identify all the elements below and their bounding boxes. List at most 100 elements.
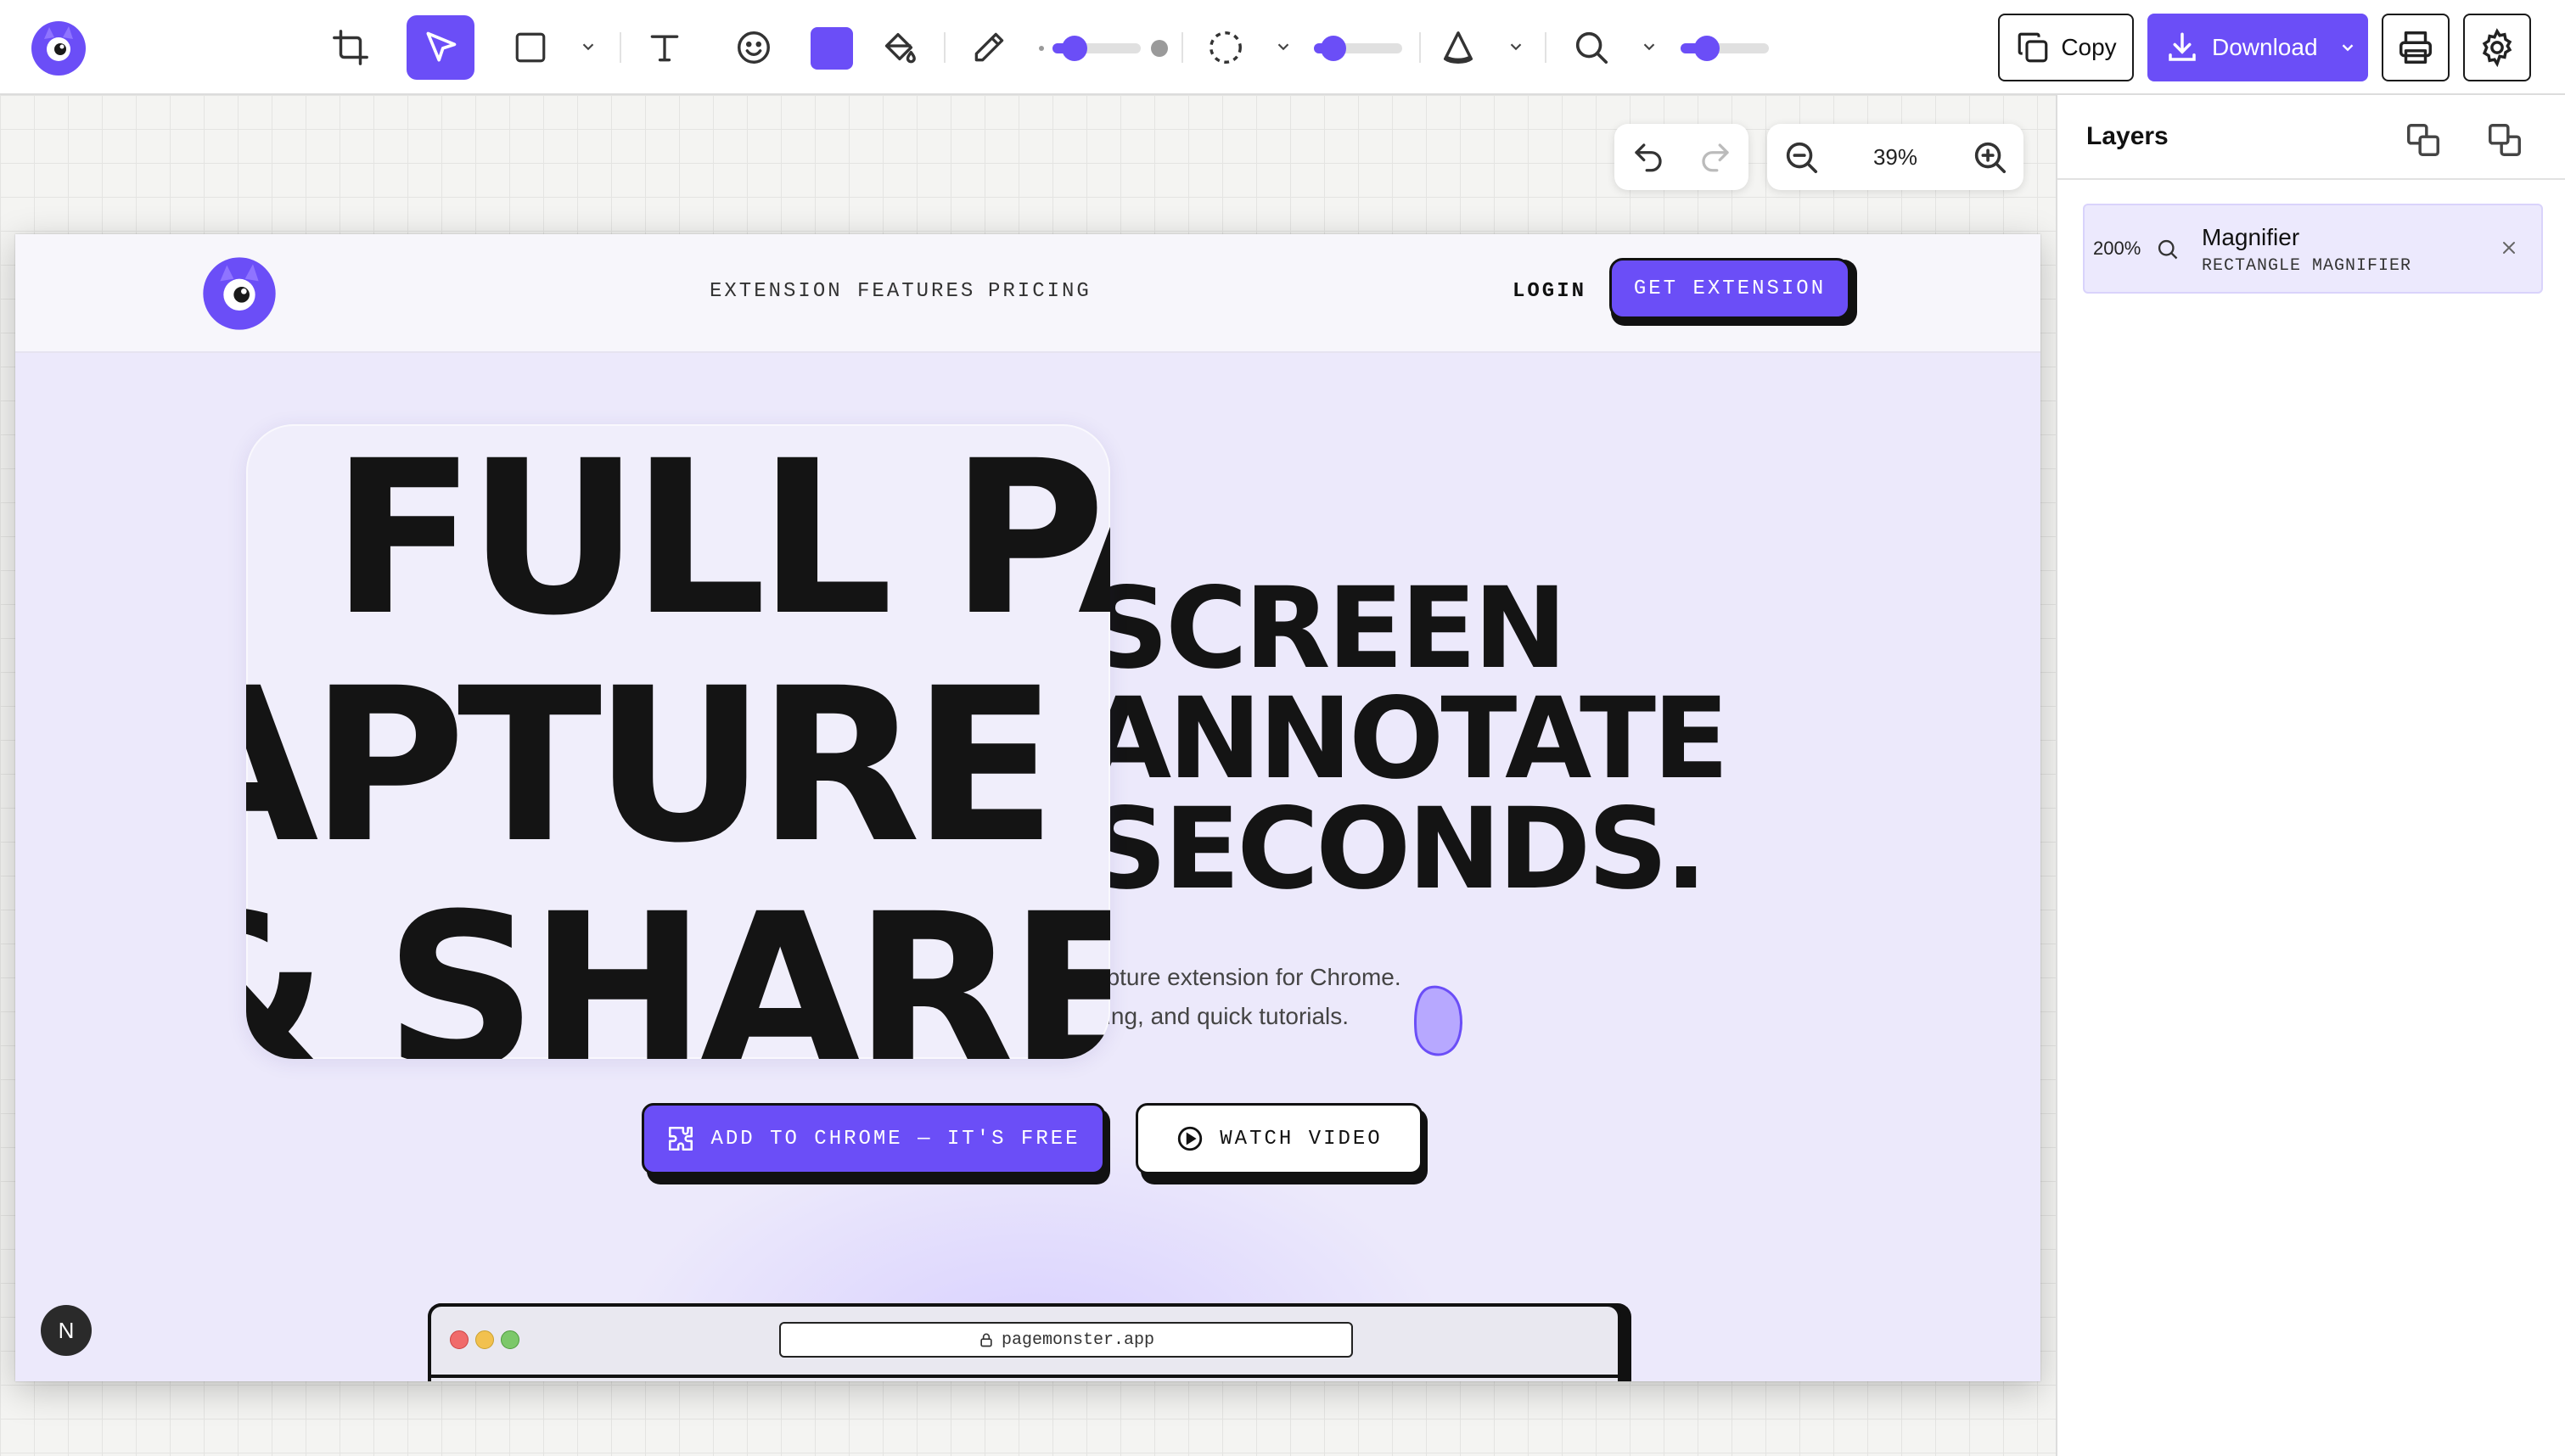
print-button[interactable] [2382, 14, 2450, 81]
add-to-chrome-button[interactable]: ADD TO CHROME — IT'S FREE [642, 1103, 1105, 1174]
layer-type: RECTANGLE MAGNIFIER [2202, 256, 2412, 276]
zoom-out-icon [1786, 142, 1818, 174]
toolbar-divider [1181, 32, 1183, 63]
chevron-down-icon [1643, 43, 1655, 51]
magnifier-options-chevron[interactable] [1636, 34, 1662, 59]
send-backward-button[interactable] [2480, 115, 2529, 165]
text-icon [650, 35, 679, 62]
redo-button[interactable] [1681, 139, 1748, 175]
bring-forward-icon [2407, 124, 2439, 156]
chevron-down-icon [582, 43, 594, 51]
gear-icon [2482, 28, 2512, 67]
chevron-down-icon[interactable] [2338, 38, 2357, 57]
rectangle-options-chevron[interactable] [575, 34, 601, 59]
layers-panel: Layers 200% Magnifier RECTANGLE MAGNIFIE… [2056, 95, 2565, 1456]
magnifier-search-icon [2158, 239, 2178, 260]
toolbar-divider [620, 32, 621, 63]
chevron-down-icon [1510, 43, 1522, 51]
crop-icon [333, 30, 368, 65]
send-backward-icon [2489, 124, 2521, 156]
emoji-tool-button[interactable] [720, 15, 788, 80]
select-arrow-icon [426, 31, 457, 62]
text-tool-button[interactable] [631, 15, 699, 80]
layers-divider [2057, 178, 2565, 180]
subtitle-line-1: apture extension for Chrome. [1093, 964, 1401, 990]
browser-mockup: pagemonster.app [428, 1303, 1621, 1381]
zoom-in-button[interactable] [1956, 137, 2023, 176]
watch-video-label: WATCH VIDEO [1220, 1127, 1383, 1151]
chevron-down-icon [1277, 43, 1289, 51]
color-swatch[interactable] [811, 27, 853, 70]
toolbar-divider [944, 32, 946, 63]
remove-layer-button[interactable] [2492, 231, 2526, 265]
puzzle-icon [669, 1126, 693, 1151]
blur-tool-button[interactable] [1424, 15, 1492, 80]
thick-stroke-dot [1151, 40, 1168, 57]
redo-icon [1701, 143, 1729, 172]
close-icon [2503, 242, 2515, 254]
pencil-icon [974, 32, 1004, 62]
layer-name: Magnifier [2202, 224, 2300, 250]
magnified-line-3: & SHARE [246, 868, 1110, 1060]
site-navbar: EXTENSION FEATURES PRICING LOGIN GET EXT… [15, 234, 2040, 353]
undo-icon [1634, 143, 1662, 172]
corner-avatar-badge[interactable]: N [41, 1305, 92, 1356]
fill-tool-button[interactable] [864, 15, 932, 80]
site-logo [203, 257, 276, 330]
undo-button[interactable] [1614, 139, 1681, 175]
browser-minimize-dot [475, 1330, 494, 1349]
pencil-tool-button[interactable] [955, 15, 1023, 80]
play-circle-icon [1178, 1126, 1203, 1151]
copy-button[interactable]: Copy [1998, 14, 2134, 81]
layer-zoom-value: 200% [2093, 238, 2141, 259]
settings-button[interactable] [2463, 14, 2531, 81]
download-icon [2169, 32, 2196, 61]
zoom-level: 39% [1872, 143, 1918, 170]
blur-options-chevron[interactable] [1503, 34, 1529, 59]
captured-screenshot[interactable]: EXTENSION FEATURES PRICING LOGIN GET EXT… [15, 234, 2040, 1381]
stroke-width-slider[interactable] [1052, 36, 1141, 61]
nav-login[interactable]: LOGIN [1513, 280, 1586, 303]
copy-icon [2018, 32, 2048, 63]
nav-link-pricing[interactable]: PRICING [988, 280, 1092, 303]
fill-bucket-icon [884, 32, 916, 64]
layer-item-magnifier[interactable]: 200% Magnifier RECTANGLE MAGNIFIER [2083, 204, 2543, 294]
browser-maximize-dot [501, 1330, 519, 1349]
magnified-line-1: FULL PA [331, 424, 1110, 662]
nav-link-features[interactable]: EXTENSION FEATURES [710, 280, 975, 303]
get-extension-button[interactable]: GET EXTENSION [1609, 258, 1850, 319]
magnifier-zoom-slider[interactable] [1681, 36, 1769, 61]
subtitle-line-2: orting, and quick tutorials. [1078, 1003, 1350, 1029]
headline-line-3: SECONDS. [1086, 784, 1708, 915]
crop-tool-button[interactable] [317, 15, 384, 80]
top-toolbar: Copy Download [0, 0, 2565, 95]
history-controls [1614, 124, 1748, 190]
watch-video-button[interactable]: WATCH VIDEO [1136, 1103, 1423, 1174]
magnifier-tool-button[interactable] [1558, 15, 1625, 80]
app-logo[interactable] [31, 20, 87, 76]
lock-icon [980, 1333, 992, 1347]
browser-close-dot [450, 1330, 469, 1349]
lasso-tool-button[interactable] [1192, 15, 1260, 80]
lasso-selection-icon [1210, 31, 1242, 64]
zoom-out-button[interactable] [1767, 137, 1835, 176]
printer-icon [2399, 31, 2432, 64]
blur-cone-icon [1443, 31, 1473, 64]
magnified-line-2: APTURE [246, 642, 1058, 889]
browser-url: pagemonster.app [1001, 1330, 1155, 1350]
copy-label: Copy [2061, 34, 2117, 60]
emoji-icon [738, 31, 770, 64]
bring-forward-button[interactable] [2399, 115, 2448, 165]
browser-address-bar: pagemonster.app [779, 1322, 1353, 1358]
toolbar-divider [1545, 32, 1546, 63]
magnifier-overlay[interactable]: FULL PA APTURE & SHARE [246, 424, 1110, 1059]
selection-slider[interactable] [1314, 36, 1402, 61]
select-tool-button[interactable] [407, 15, 474, 80]
rectangle-icon [515, 32, 546, 63]
rectangle-tool-button[interactable] [497, 15, 564, 80]
toolbar-divider [1419, 32, 1421, 63]
zoom-controls: 39% [1767, 124, 2023, 190]
thin-stroke-dot [1039, 46, 1044, 51]
download-button[interactable]: Download [2147, 14, 2368, 81]
lasso-options-chevron[interactable] [1271, 34, 1296, 59]
